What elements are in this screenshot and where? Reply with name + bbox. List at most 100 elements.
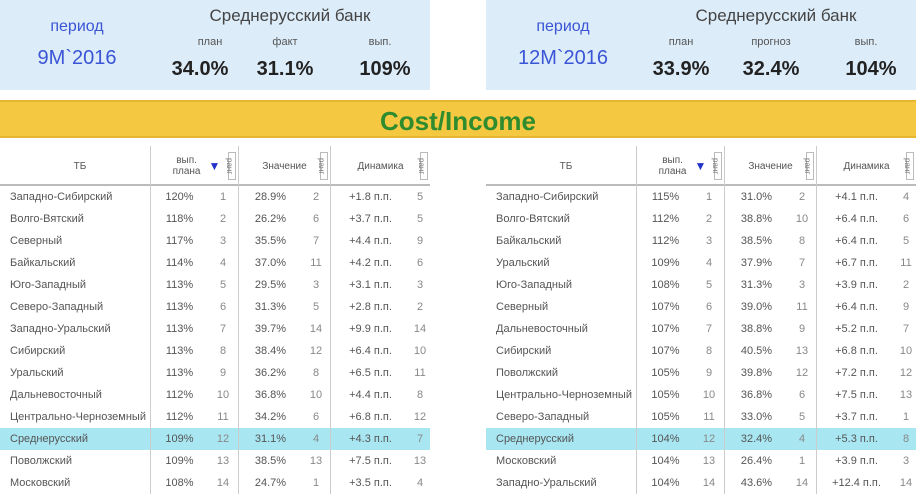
sort-down-icon[interactable]: ▼ xyxy=(209,160,221,172)
table-row[interactable]: Сибирский 113% 8 38.4% 12 +6.4 п.п. 10 xyxy=(0,340,430,362)
table-row[interactable]: Уральский 109% 4 37.9% 7 +6.7 п.п. 11 xyxy=(486,252,916,274)
table-row[interactable]: Уральский 113% 9 36.2% 8 +6.5 п.п. 11 xyxy=(0,362,430,384)
cell-dynamics-rank: 8 xyxy=(902,433,910,445)
table-row-highlighted[interactable]: Среднерусский 109% 12 31.1% 4 +4.3 п.п. 7 xyxy=(0,428,430,450)
col-header-dynamics[interactable]: Динамика ранг xyxy=(816,146,916,186)
col-header-completion[interactable]: вып. плана ▼ ранг xyxy=(636,146,724,186)
cell-dynamics: +3.7 п.п. xyxy=(816,406,896,428)
cell-dynamics: +5.3 п.п. xyxy=(816,428,896,450)
cell-completion-rank: 2 xyxy=(219,213,227,225)
period-selector[interactable]: 12М`2016 xyxy=(508,47,618,70)
plan-caption: план xyxy=(668,36,694,48)
cell-dynamics-rank: 6 xyxy=(416,257,424,269)
col-header-tb[interactable]: ТБ xyxy=(496,146,636,186)
cell-dynamics: +2.8 п.п. xyxy=(330,296,410,318)
cell-dynamics-rank: 13 xyxy=(413,455,427,467)
col-header-label: Динамика xyxy=(357,160,404,172)
table-row[interactable]: Северный 107% 6 39.0% 11 +6.4 п.п. 9 xyxy=(486,296,916,318)
cell-tb: Волго-Вятский xyxy=(10,213,84,225)
cell-value-rank: 7 xyxy=(798,257,806,269)
col-header-label: Динамика xyxy=(843,160,890,172)
table-row[interactable]: Московский 108% 14 24.7% 1 +3.5 п.п. 4 xyxy=(0,472,430,494)
cell-dynamics-rank: 14 xyxy=(413,323,427,335)
cell-completion-rank: 6 xyxy=(219,301,227,313)
completion-caption: вып. xyxy=(368,36,392,48)
cell-completion: 109% xyxy=(636,252,694,274)
cell-completion-rank: 2 xyxy=(705,213,713,225)
table-row[interactable]: Северо-Западный 105% 11 33.0% 5 +3.7 п.п. 1 xyxy=(486,406,916,428)
table-row[interactable]: Центрально-Черноземный 112% 11 34.2% 6 +6.8 п… xyxy=(0,406,430,428)
plan-caption: план xyxy=(197,36,223,48)
sort-down-icon[interactable]: ▼ xyxy=(695,160,707,172)
col-header-completion[interactable]: вып. плана ▼ ранг xyxy=(150,146,238,186)
cell-completion-rank: 12 xyxy=(216,433,230,445)
cell-value-rank: 8 xyxy=(312,367,320,379)
table-row[interactable]: Дальневосточный 112% 10 36.8% 10 +4.4 п.п. 8 xyxy=(0,384,430,406)
cell-dynamics-rank: 11 xyxy=(900,257,912,269)
cell-value: 31.1% xyxy=(238,428,302,450)
cell-dynamics-rank: 9 xyxy=(902,301,910,313)
col-header-tb[interactable]: ТБ xyxy=(10,146,150,186)
table-row[interactable]: Сибирский 107% 8 40.5% 13 +6.8 п.п. 10 xyxy=(486,340,916,362)
cell-value-rank: 4 xyxy=(312,433,320,445)
col-header-dynamics[interactable]: Динамика ранг xyxy=(330,146,430,186)
section-banner: Cost/Income xyxy=(0,100,916,138)
cell-value: 38.4% xyxy=(238,340,302,362)
table-row[interactable]: Байкальский 114% 4 37.0% 11 +4.2 п.п. 6 xyxy=(0,252,430,274)
cell-tb: Северный xyxy=(10,235,63,247)
table-row[interactable]: Дальневосточный 107% 7 38.8% 9 +5.2 п.п. 7 xyxy=(486,318,916,340)
fact-caption: факт xyxy=(272,36,298,48)
cell-tb: Сибирский xyxy=(10,345,66,357)
table-row[interactable]: Волго-Вятский 118% 2 26.2% 6 +3.7 п.п. 5 xyxy=(0,208,430,230)
cell-value: 37.0% xyxy=(238,252,302,274)
table-row[interactable]: Северо-Западный 113% 6 31.3% 5 +2.8 п.п. 2 xyxy=(0,296,430,318)
cell-dynamics: +7.2 п.п. xyxy=(816,362,896,384)
cell-tb: Западно-Уральский xyxy=(496,477,597,489)
table-row[interactable]: Волго-Вятский 112% 2 38.8% 10 +6.4 п.п. 6 xyxy=(486,208,916,230)
cell-value-rank: 7 xyxy=(312,235,320,247)
completion-value: 109% xyxy=(359,58,411,80)
cell-tb: Центрально-Черноземный xyxy=(10,411,146,423)
bank-name: Среднерусский банк xyxy=(695,6,857,25)
cell-completion-rank: 10 xyxy=(216,389,230,401)
rank-label: ранг xyxy=(317,152,328,180)
table-row[interactable]: Байкальский 112% 3 38.5% 8 +6.4 п.п. 5 xyxy=(486,230,916,252)
table-row[interactable]: Поволжский 105% 9 39.8% 12 +7.2 п.п. 12 xyxy=(486,362,916,384)
cell-value-rank: 5 xyxy=(312,301,320,313)
cell-completion-rank: 11 xyxy=(217,411,229,423)
cell-dynamics-rank: 7 xyxy=(902,323,910,335)
cell-dynamics-rank: 12 xyxy=(899,367,913,379)
cell-dynamics-rank: 9 xyxy=(416,235,424,247)
kpi-panel-12m: период 12М`2016 Среднерусский банк план … xyxy=(486,0,916,90)
cell-dynamics: +3.9 п.п. xyxy=(816,274,896,296)
table-row[interactable]: Центрально-Черноземный 105% 10 36.8% 6 +7.5 п… xyxy=(486,384,916,406)
cell-value-rank: 1 xyxy=(798,455,806,467)
table-row[interactable]: Западно-Сибирский 120% 1 28.9% 2 +1.8 п.п. 5 xyxy=(0,186,430,208)
cell-completion-rank: 7 xyxy=(705,323,713,335)
cell-value: 33.0% xyxy=(724,406,788,428)
cell-tb: Северо-Западный xyxy=(496,411,590,423)
table-row[interactable]: Северный 117% 3 35.5% 7 +4.4 п.п. 9 xyxy=(0,230,430,252)
cell-value-rank: 6 xyxy=(312,411,320,423)
cell-tb: Центрально-Черноземный xyxy=(496,389,632,401)
table-row[interactable]: Московский 104% 13 26.4% 1 +3.9 п.п. 3 xyxy=(486,450,916,472)
col-header-value[interactable]: Значение ранг xyxy=(238,146,330,186)
col-header-value[interactable]: Значение ранг xyxy=(724,146,816,186)
cell-dynamics: +4.3 п.п. xyxy=(330,428,410,450)
period-selector[interactable]: 9М`2016 xyxy=(22,47,132,70)
table-row[interactable]: Юго-Западный 113% 5 29.5% 3 +3.1 п.п. 3 xyxy=(0,274,430,296)
table-row[interactable]: Западно-Сибирский 115% 1 31.0% 2 +4.1 п.п. 4 xyxy=(486,186,916,208)
table-row[interactable]: Западно-Уральский 104% 14 43.6% 14 +12.4 п.п.… xyxy=(486,472,916,494)
cell-dynamics-rank: 3 xyxy=(416,279,424,291)
table-row[interactable]: Поволжский 109% 13 38.5% 13 +7.5 п.п. 13 xyxy=(0,450,430,472)
table-row-highlighted[interactable]: Среднерусский 104% 12 32.4% 4 +5.3 п.п. 8 xyxy=(486,428,916,450)
cell-completion-rank: 13 xyxy=(216,455,230,467)
cell-value-rank: 11 xyxy=(310,257,322,269)
cell-dynamics: +6.8 п.п. xyxy=(816,340,896,362)
cell-completion: 112% xyxy=(636,230,694,252)
cell-completion: 108% xyxy=(150,472,208,494)
cell-value-rank: 5 xyxy=(798,411,806,423)
table-row[interactable]: Западно-Уральский 113% 7 39.7% 14 +9.9 п.п. 14 xyxy=(0,318,430,340)
table-row[interactable]: Юго-Западный 108% 5 31.3% 3 +3.9 п.п. 2 xyxy=(486,274,916,296)
cell-dynamics: +1.8 п.п. xyxy=(330,186,410,208)
